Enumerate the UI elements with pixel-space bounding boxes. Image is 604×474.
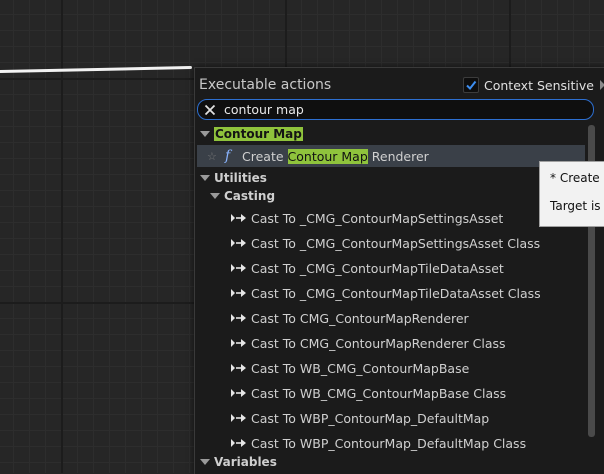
list-item-cast[interactable]: Cast To CMG_ContourMapRenderer xyxy=(197,307,585,329)
tooltip: * Create + Target is C xyxy=(539,161,604,227)
search-input[interactable] xyxy=(224,102,554,117)
item-label: Cast To WBP_ContourMap_DefaultMap Class xyxy=(251,435,527,451)
category-variables[interactable]: Variables xyxy=(197,451,585,473)
list-item-cast[interactable]: Cast To _CMG_ContourMapSettingsAsset Cla… xyxy=(197,232,585,254)
category-casting[interactable]: Casting xyxy=(197,185,585,207)
list-item-cast[interactable]: Cast To _CMG_ContourMapTileDataAsset xyxy=(197,257,585,279)
item-label: Cast To _CMG_ContourMapTileDataAsset Cla… xyxy=(251,285,541,301)
list-item-cast[interactable]: Cast To _CMG_ContourMapSettingsAsset xyxy=(197,207,585,229)
favorite-star-icon[interactable]: ☆ xyxy=(207,150,221,163)
context-sensitive-checkbox[interactable] xyxy=(463,77,479,93)
category-label: Casting xyxy=(224,189,276,203)
category-contour-map[interactable]: Contour Map xyxy=(197,123,585,145)
cast-node-icon xyxy=(231,439,246,447)
collapse-triangle-icon[interactable] xyxy=(200,459,210,465)
list-item-create-renderer[interactable]: ☆ f Create Contour Map Renderer xyxy=(197,145,585,167)
cast-node-icon xyxy=(231,339,246,347)
category-label: Utilities xyxy=(214,171,267,185)
tooltip-line-1: * Create + xyxy=(550,171,604,185)
search-box xyxy=(197,99,594,120)
checkmark-icon xyxy=(466,80,477,91)
item-label: Cast To CMG_ContourMapRenderer Class xyxy=(251,335,506,351)
cast-node-icon xyxy=(231,414,246,422)
collapse-triangle-icon[interactable] xyxy=(200,131,210,137)
item-label: Create Contour Map Renderer xyxy=(242,148,429,164)
list-item-cast[interactable]: Cast To WB_CMG_ContourMapBase xyxy=(197,357,585,379)
tooltip-line-2: Target is C xyxy=(550,199,604,213)
category-label: Variables xyxy=(214,455,277,469)
item-label: Cast To _CMG_ContourMapSettingsAsset xyxy=(251,210,504,226)
item-label: Cast To WB_CMG_ContourMapBase xyxy=(251,360,470,376)
cast-node-icon xyxy=(231,389,246,397)
item-label: Cast To WB_CMG_ContourMapBase Class xyxy=(251,385,507,401)
collapse-triangle-icon[interactable] xyxy=(200,175,210,181)
clear-search-icon[interactable] xyxy=(204,104,216,116)
menu-title: Executable actions xyxy=(199,77,332,93)
label-prefix: Create xyxy=(242,148,288,164)
context-sensitive-label: Context Sensitive xyxy=(484,77,594,93)
category-label: Contour Map xyxy=(214,127,303,141)
cast-node-icon xyxy=(231,289,246,297)
context-sensitive-toggle[interactable]: Context Sensitive xyxy=(463,77,604,93)
function-icon: f xyxy=(225,148,231,164)
search-match-highlight: Contour Map xyxy=(287,148,368,164)
list-item-cast[interactable]: Cast To _CMG_ContourMapTileDataAsset Cla… xyxy=(197,282,585,304)
item-label: Cast To CMG_ContourMapRenderer xyxy=(251,310,469,326)
item-label: Cast To _CMG_ContourMapTileDataAsset xyxy=(251,260,504,276)
cast-node-icon xyxy=(231,214,246,222)
results-list: Contour Map ☆ f Create Contour Map Rende… xyxy=(197,123,585,474)
cast-node-icon xyxy=(231,239,246,247)
cast-node-icon xyxy=(231,314,246,322)
item-label: Cast To WBP_ContourMap_DefaultMap xyxy=(251,410,490,426)
expand-arrow-icon[interactable] xyxy=(599,80,604,90)
cast-node-icon xyxy=(231,364,246,372)
list-item-cast[interactable]: Cast To WB_CMG_ContourMapBase Class xyxy=(197,382,585,404)
list-item-cast[interactable]: Cast To CMG_ContourMapRenderer Class xyxy=(197,332,585,354)
label-suffix: Renderer xyxy=(367,148,429,164)
collapse-triangle-icon[interactable] xyxy=(210,193,220,199)
list-item-cast[interactable]: Cast To WBP_ContourMap_DefaultMap xyxy=(197,407,585,429)
action-menu: Executable actions Context Sensitive Con… xyxy=(194,67,604,474)
item-label: Cast To _CMG_ContourMapSettingsAsset Cla… xyxy=(251,235,541,251)
cast-node-icon xyxy=(231,264,246,272)
